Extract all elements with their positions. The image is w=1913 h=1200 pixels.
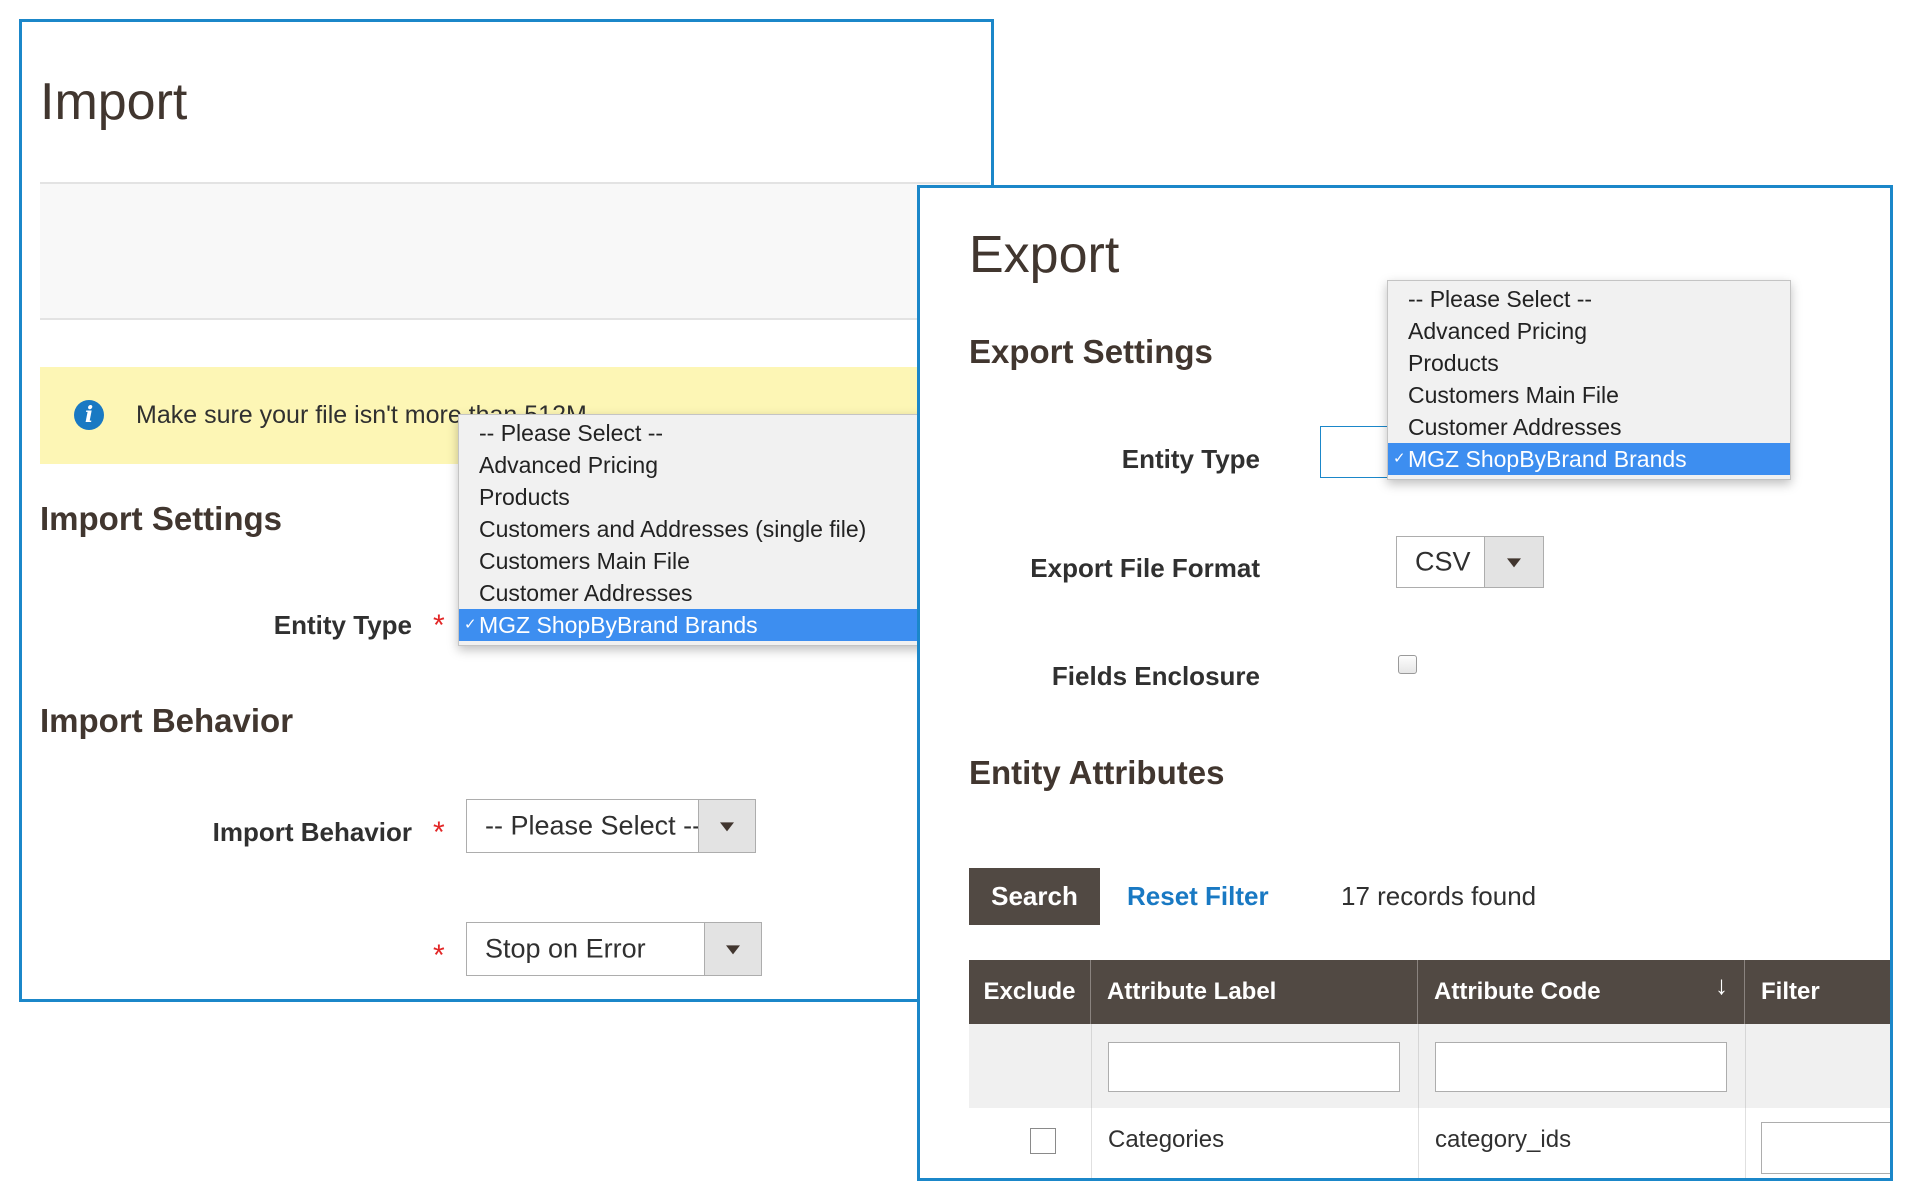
exclude-checkbox[interactable] — [1030, 1128, 1056, 1154]
dropdown-option[interactable]: Customer Addresses — [1388, 411, 1790, 443]
reset-filter-link[interactable]: Reset Filter — [1127, 881, 1269, 912]
required-marker: * — [433, 609, 445, 642]
dropdown-option-label: Customers Main File — [479, 548, 690, 574]
import-behavior-heading: Import Behavior — [40, 702, 294, 739]
fields-enclosure-label: Fields Enclosure — [1051, 661, 1260, 691]
info-icon: i — [74, 400, 104, 430]
dropdown-option-label: Products — [479, 484, 570, 510]
dropdown-option-label: Customers Main File — [1408, 382, 1619, 408]
export-file-format-label: Export File Format — [1030, 553, 1260, 583]
select-value: CSV — [1415, 546, 1471, 577]
export-page-title: Export — [969, 226, 1120, 284]
column-header-attribute-code[interactable]: Attribute Code ↓ — [1418, 960, 1745, 1024]
import-behavior-select[interactable]: -- Please Select -- — [466, 799, 756, 853]
import-settings-heading: Import Settings — [40, 500, 283, 537]
export-settings-heading: Export Settings — [969, 333, 1213, 370]
validation-strategy-select[interactable]: Stop on Error — [466, 922, 762, 976]
page-actions-bar — [40, 182, 980, 320]
dropdown-option-label: Products — [1408, 350, 1499, 376]
chevron-down-icon — [726, 945, 740, 955]
import-panel: Import i Make sure your file isn't more … — [19, 19, 994, 1002]
grid-filter-row — [969, 1024, 1890, 1109]
dropdown-option[interactable]: Advanced Pricing — [459, 449, 991, 481]
dropdown-option-label: -- Please Select -- — [1408, 286, 1593, 312]
import-entity-type-dropdown[interactable]: -- Please Select -- Advanced Pricing Produ… — [458, 414, 991, 646]
dropdown-option-label: MGZ ShopByBrand Brands — [1408, 446, 1687, 472]
dropdown-option-label: -- Please Select -- — [479, 420, 664, 446]
column-header-attribute-code-label: Attribute Code — [1434, 978, 1601, 1005]
column-header-exclude[interactable]: Exclude — [969, 960, 1091, 1024]
table-row: Categories category_ids — [969, 1108, 1890, 1178]
column-divider — [1418, 1024, 1419, 1108]
checkmark-icon: ✓ — [464, 616, 477, 633]
export-entity-type-label: Entity Type — [1121, 444, 1260, 474]
attribute-label-cell: Categories — [1108, 1126, 1225, 1153]
dropdown-button[interactable] — [698, 800, 755, 852]
dropdown-option-label: Customer Addresses — [479, 580, 693, 606]
chevron-down-icon — [720, 822, 734, 832]
dropdown-option[interactable]: -- Please Select -- — [459, 417, 991, 449]
dropdown-option[interactable]: ✓ MGZ ShopByBrand Brands — [459, 609, 991, 641]
checkmark-icon: ✓ — [1393, 450, 1406, 467]
attribute-code-filter-input[interactable] — [1435, 1042, 1727, 1092]
dropdown-option[interactable]: Customers Main File — [459, 545, 991, 577]
select-value: -- Please Select -- — [485, 810, 702, 841]
row-filter-input[interactable] — [1761, 1122, 1890, 1174]
dropdown-option[interactable]: Customer Addresses — [459, 577, 991, 609]
export-entity-type-dropdown[interactable]: -- Please Select -- Advanced Pricing Produ… — [1387, 280, 1791, 480]
dropdown-option[interactable]: Products — [459, 481, 991, 513]
export-panel: Export Export Settings Entity Type Expor… — [917, 185, 1893, 1181]
search-button[interactable]: Search — [969, 868, 1100, 925]
dropdown-option-label: Advanced Pricing — [479, 452, 658, 478]
entity-attributes-heading: Entity Attributes — [969, 754, 1225, 791]
dropdown-button[interactable] — [1484, 537, 1543, 587]
dropdown-option-label: Advanced Pricing — [1408, 318, 1587, 344]
dropdown-option-label: Customer Addresses — [1408, 414, 1622, 440]
dropdown-option[interactable]: Products — [1388, 347, 1790, 379]
fields-enclosure-checkbox[interactable] — [1398, 655, 1417, 674]
select-value: Stop on Error — [485, 933, 646, 964]
required-marker: * — [433, 816, 445, 849]
export-file-format-select[interactable]: CSV — [1396, 536, 1544, 588]
attributes-grid-header: Exclude Attribute Label Attribute Code ↓… — [969, 960, 1890, 1024]
sort-arrow-icon: ↓ — [1715, 970, 1728, 1000]
chevron-down-icon — [1507, 558, 1521, 568]
dropdown-option[interactable]: -- Please Select -- — [1388, 283, 1790, 315]
dropdown-option[interactable]: Advanced Pricing — [1388, 315, 1790, 347]
dropdown-option[interactable]: Customers Main File — [1388, 379, 1790, 411]
attribute-code-cell: category_ids — [1435, 1126, 1572, 1153]
column-header-attribute-label[interactable]: Attribute Label — [1091, 960, 1418, 1024]
column-header-filter[interactable]: Filter — [1745, 960, 1890, 1024]
column-divider — [1091, 1024, 1092, 1108]
import-page-title: Import — [40, 73, 188, 131]
column-divider — [1091, 1108, 1092, 1178]
dropdown-option-label: MGZ ShopByBrand Brands — [479, 612, 758, 638]
dropdown-button[interactable] — [704, 923, 761, 975]
column-divider — [1745, 1024, 1746, 1108]
attribute-label-filter-input[interactable] — [1108, 1042, 1400, 1092]
dropdown-option-label: Customers and Addresses (single file) — [479, 516, 867, 542]
required-marker: * — [433, 939, 445, 972]
import-behavior-label: Import Behavior — [212, 817, 412, 847]
dropdown-option[interactable]: ✓ MGZ ShopByBrand Brands — [1388, 443, 1790, 475]
dropdown-option[interactable]: Customers and Addresses (single file) — [459, 513, 991, 545]
column-divider — [1745, 1108, 1746, 1178]
column-divider — [1418, 1108, 1419, 1178]
import-entity-type-label: Entity Type — [273, 610, 412, 640]
records-found-count: 17 records found — [1341, 881, 1537, 911]
